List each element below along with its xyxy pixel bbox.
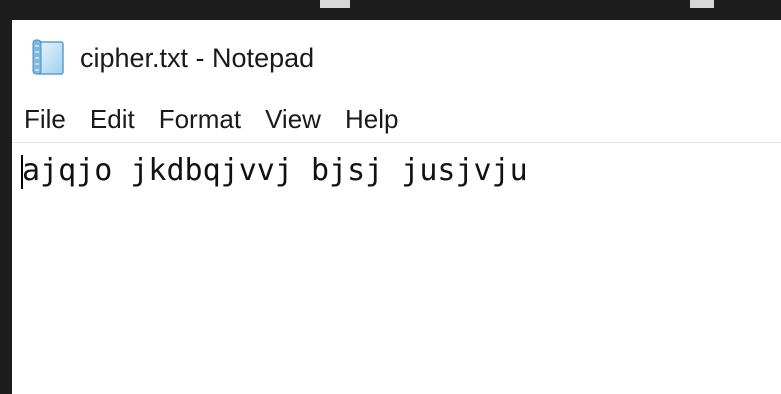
notepad-icon xyxy=(32,38,66,76)
menu-bar: File Edit Format View Help xyxy=(12,98,781,140)
window-title: cipher.txt - Notepad xyxy=(80,43,315,73)
screenshot: cipher.txt - Notepad File Edit Format Vi… xyxy=(0,0,781,394)
menu-format[interactable]: Format xyxy=(147,101,253,137)
notepad-window: cipher.txt - Notepad File Edit Format Vi… xyxy=(12,20,781,394)
menu-file[interactable]: File xyxy=(12,101,78,137)
menu-edit[interactable]: Edit xyxy=(78,101,147,137)
background-top-edge xyxy=(0,0,781,20)
menu-help[interactable]: Help xyxy=(333,101,410,137)
background-left-edge xyxy=(0,20,12,394)
text-editor-area[interactable]: ajqjo jkdbqjvvj bjsj jusjvju xyxy=(12,143,781,394)
editor-content[interactable]: ajqjo jkdbqjvvj bjsj jusjvju xyxy=(22,151,528,191)
title-bar[interactable]: cipher.txt - Notepad xyxy=(12,20,781,90)
background-fragment xyxy=(690,0,714,8)
menu-view[interactable]: View xyxy=(253,101,333,137)
background-fragment xyxy=(320,0,350,8)
